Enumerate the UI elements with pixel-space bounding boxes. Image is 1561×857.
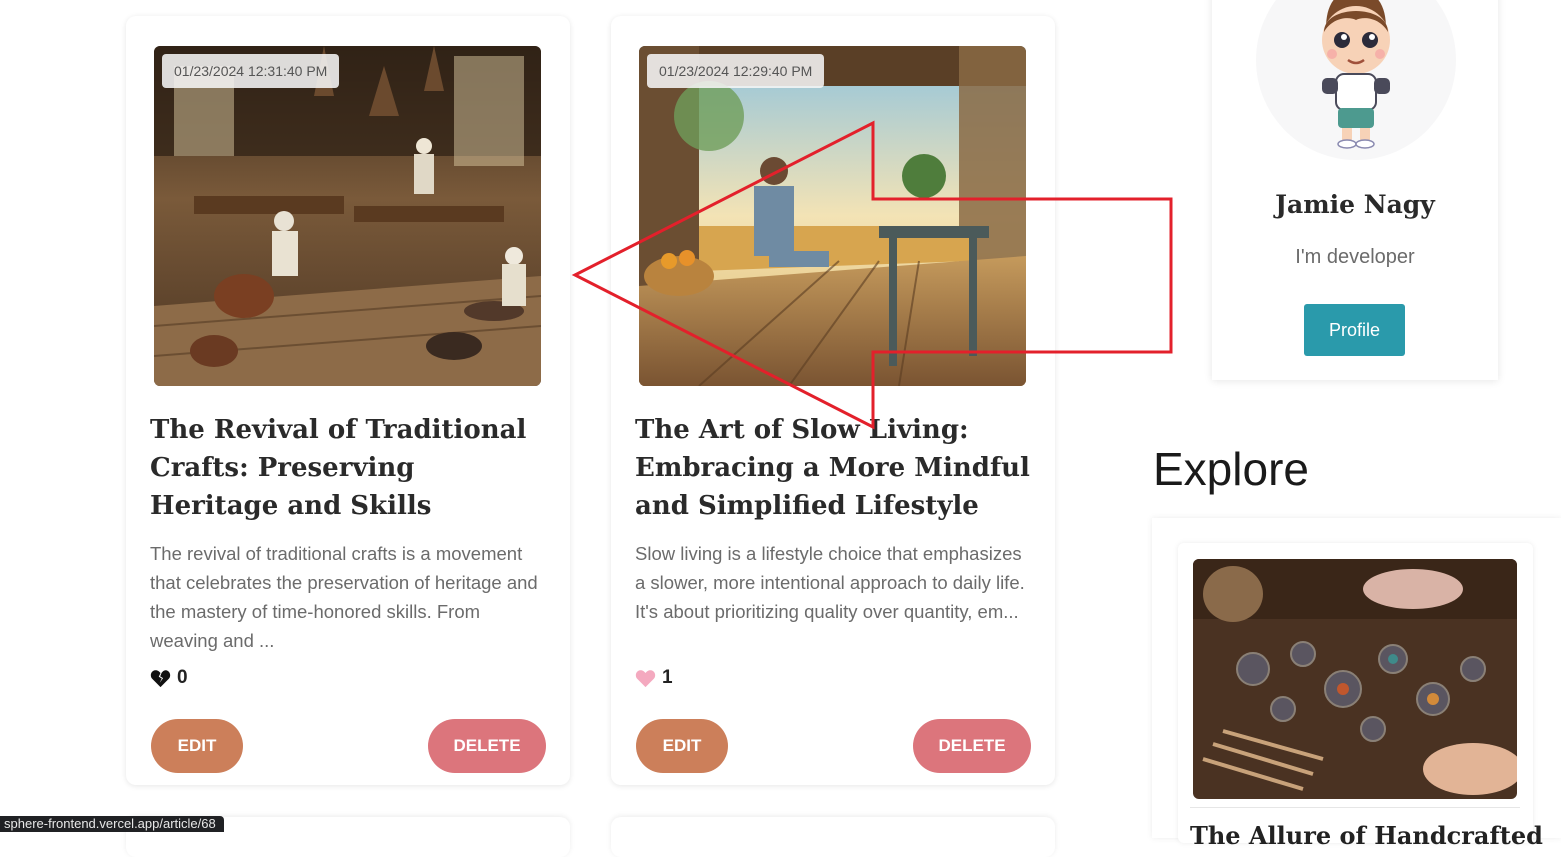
edit-button[interactable]: EDIT (151, 719, 243, 773)
status-bar-url: sphere-frontend.vercel.app/article/68 (0, 816, 224, 832)
like-count: 1 (662, 667, 673, 688)
article-timestamp: 01/23/2024 12:29:40 PM (647, 54, 825, 88)
article-excerpt: Slow living is a lifestyle choice that e… (635, 543, 1025, 622)
heart-icon[interactable] (635, 669, 656, 688)
article-excerpt: The revival of traditional crafts is a m… (150, 543, 538, 651)
article-card-next[interactable] (611, 817, 1055, 857)
article-image[interactable]: 01/23/2024 12:29:40 PM (639, 46, 1026, 386)
profile-card: Jamie Nagy I'm developer Profile (1212, 0, 1498, 380)
explore-divider (1190, 807, 1520, 808)
broken-heart-icon[interactable] (150, 669, 171, 688)
slow-living-image (639, 46, 1026, 386)
handcrafted-jewelry-image (1193, 559, 1517, 799)
profile-button[interactable]: Profile (1304, 304, 1405, 356)
article-card[interactable]: 01/23/2024 12:29:40 PM The Art of Slow L… (611, 16, 1055, 785)
article-title[interactable]: The Revival of Traditional Crafts: Prese… (150, 411, 550, 525)
edit-button[interactable]: EDIT (636, 719, 728, 773)
like-counter: 0 (150, 667, 188, 689)
profile-name: Jamie Nagy (1275, 190, 1435, 219)
article-card[interactable]: 01/23/2024 12:31:40 PM The Revival of Tr… (126, 16, 570, 785)
article-image[interactable]: 01/23/2024 12:31:40 PM (154, 46, 541, 386)
avatar (1256, 0, 1456, 160)
article-title[interactable]: The Art of Slow Living: Embracing a More… (635, 411, 1035, 525)
explore-card[interactable]: The Allure of Handcrafted (1178, 543, 1543, 850)
explore-card-image[interactable] (1193, 559, 1517, 799)
delete-button[interactable]: DELETE (913, 719, 1031, 773)
profile-bio: I'm developer (1295, 246, 1415, 268)
crafts-workshop-image (154, 46, 541, 386)
like-counter: 1 (635, 667, 673, 689)
article-timestamp: 01/23/2024 12:31:40 PM (162, 54, 340, 88)
explore-heading: Explore (1153, 443, 1309, 495)
delete-button[interactable]: DELETE (428, 719, 546, 773)
like-count: 0 (177, 667, 188, 688)
explore-panel: The Allure of Handcrafted (1152, 518, 1561, 850)
explore-card-title[interactable]: The Allure of Handcrafted (1190, 821, 1543, 850)
